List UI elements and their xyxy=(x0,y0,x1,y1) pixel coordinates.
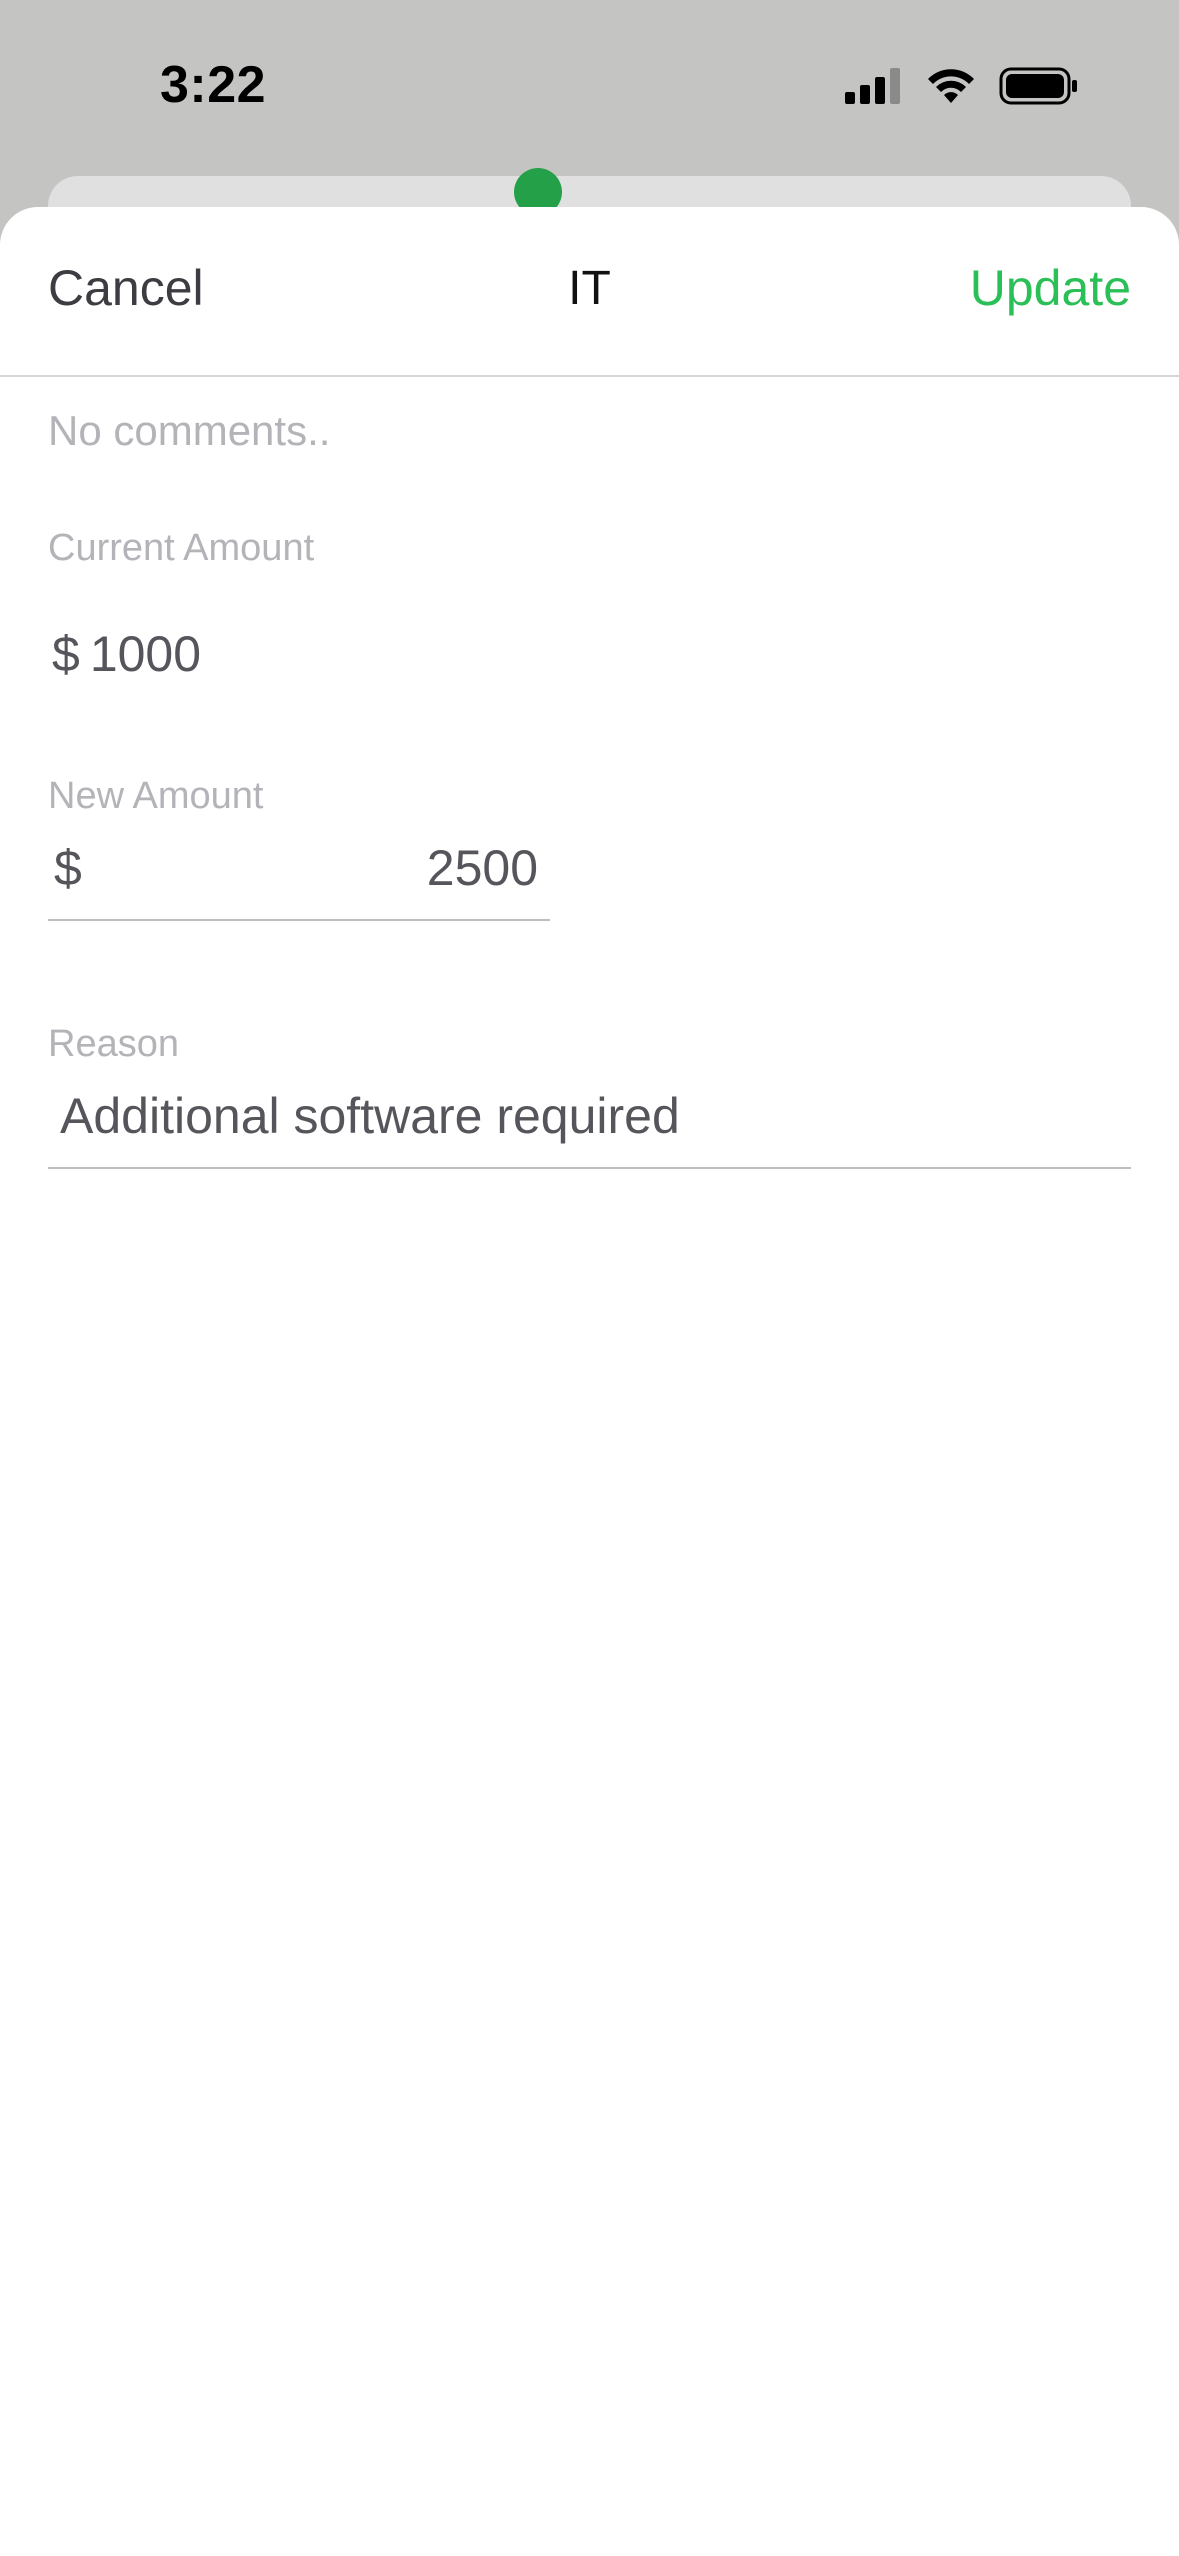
new-amount-label: New Amount xyxy=(48,775,264,817)
cellular-signal-icon xyxy=(845,68,903,109)
update-button[interactable]: Update xyxy=(970,259,1131,317)
current-amount-label: Current Amount xyxy=(48,527,315,569)
status-bar: 3:22 xyxy=(0,0,1179,175)
status-icons xyxy=(845,66,1079,111)
status-time: 3:22 xyxy=(160,56,267,114)
reason-label: Reason xyxy=(48,1023,179,1065)
battery-icon xyxy=(999,66,1079,111)
new-amount-input[interactable]: $ 2500 xyxy=(48,817,550,921)
wifi-icon xyxy=(925,67,977,110)
current-amount-number: 1000 xyxy=(89,626,202,682)
reason-input[interactable]: Additional software required xyxy=(48,1065,1131,1169)
new-amount-value[interactable]: 2500 xyxy=(427,839,538,897)
edit-budget-sheet: Cancel IT Update No comments.. Current A… xyxy=(0,207,1179,2556)
sheet-nav-bar: Cancel IT Update xyxy=(0,207,1179,377)
new-amount-currency: $ xyxy=(54,840,82,896)
reason-value[interactable]: Additional software required xyxy=(60,1087,680,1145)
current-amount-value: $ 1000 xyxy=(52,625,201,683)
comments-text: No comments.. xyxy=(48,407,331,454)
current-amount-currency: $ xyxy=(52,626,80,682)
